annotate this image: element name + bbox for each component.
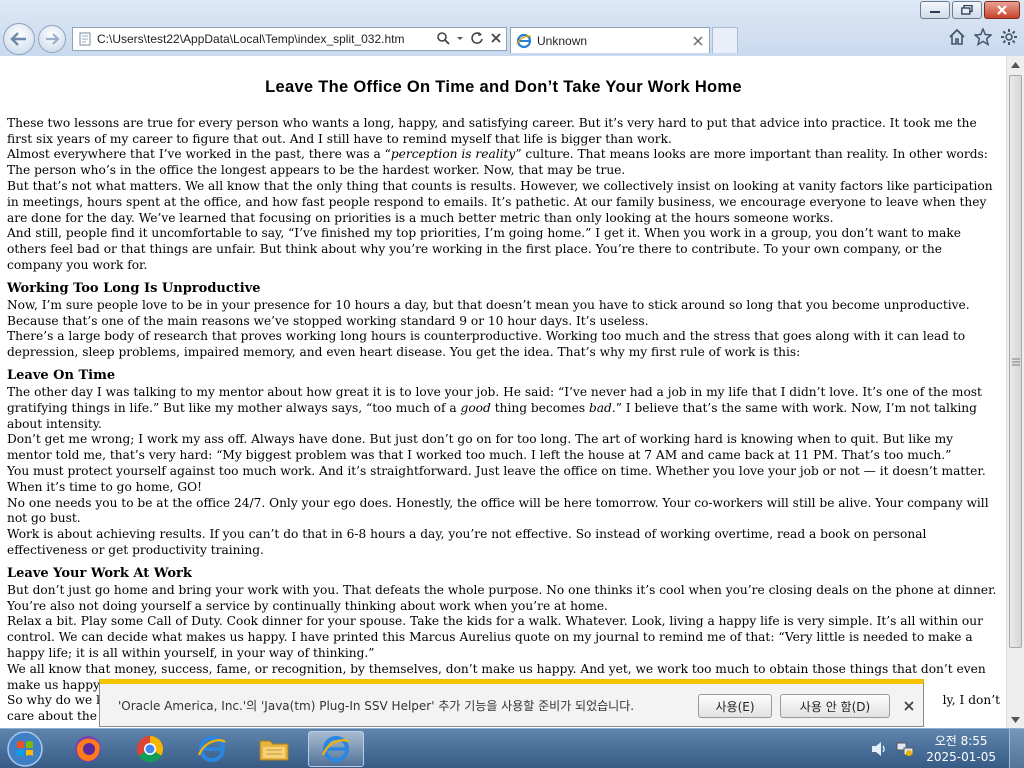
scrollbar-thumb[interactable] bbox=[1009, 75, 1022, 648]
notification-close-button[interactable] bbox=[900, 697, 918, 715]
paragraph: Don’t get me wrong; I work my ass off. A… bbox=[7, 432, 954, 463]
paragraph: You must protect yourself against too mu… bbox=[7, 463, 986, 494]
forward-arrow-icon bbox=[46, 33, 60, 45]
paragraph: The other day I was talking to my mentor… bbox=[7, 385, 1000, 432]
minimize-button[interactable] bbox=[920, 1, 950, 19]
italic-word: bad bbox=[588, 400, 612, 415]
system-clock[interactable]: 오전 8:55 2025-01-05 bbox=[926, 733, 996, 765]
paragraph: But that’s not what matters. We all know… bbox=[7, 178, 993, 225]
address-input[interactable]: C:\Users\test22\AppData\Local\Temp\index… bbox=[97, 32, 415, 46]
section-heading: Leave On Time bbox=[7, 367, 116, 383]
paragraph: There’s a large body of research that pr… bbox=[7, 329, 966, 360]
text-run: So why do we k bbox=[7, 693, 104, 708]
close-icon bbox=[904, 701, 914, 711]
italic-phrase: perception is reality bbox=[390, 147, 516, 162]
taskbar: 오전 8:55 2025-01-05 bbox=[0, 728, 1024, 768]
grip-icon bbox=[1012, 358, 1020, 366]
section-heading: Working Too Long Is Unproductive bbox=[7, 280, 261, 296]
section-heading: Leave Your Work At Work bbox=[7, 565, 192, 581]
taskbar-chrome[interactable] bbox=[122, 731, 178, 767]
chrome-icon bbox=[136, 735, 164, 763]
page-file-icon bbox=[79, 32, 91, 46]
folder-icon bbox=[259, 740, 289, 761]
start-button[interactable] bbox=[0, 731, 50, 767]
back-arrow-icon bbox=[10, 32, 26, 46]
scroll-up-icon bbox=[1011, 61, 1020, 68]
text-run: thing becomes bbox=[490, 400, 589, 415]
paragraph: Almost everywhere that I’ve worked in th… bbox=[7, 147, 1000, 179]
tab-title: Unknown bbox=[537, 34, 588, 48]
refresh-icon[interactable] bbox=[470, 31, 484, 45]
page-viewport: Leave The Office On Time and Don’t Take … bbox=[0, 56, 1006, 728]
forward-button[interactable] bbox=[38, 25, 66, 53]
show-desktop-button[interactable] bbox=[1009, 729, 1024, 768]
back-button[interactable] bbox=[3, 23, 35, 55]
restore-button[interactable] bbox=[952, 1, 982, 19]
restore-icon bbox=[961, 5, 973, 15]
article-title: Leave The Office On Time and Don’t Take … bbox=[265, 78, 742, 96]
stop-icon[interactable] bbox=[490, 32, 502, 44]
disable-addon-button[interactable]: 사용 안 함(D) bbox=[780, 694, 890, 718]
paragraph: These two lessons are true for every per… bbox=[7, 115, 977, 146]
browser-chrome: C:\Users\test22\AppData\Local\Temp\index… bbox=[0, 0, 1024, 57]
network-icon[interactable] bbox=[896, 740, 914, 758]
notification-message: 'Oracle America, Inc.'의 'Java(tm) Plug-I… bbox=[118, 699, 635, 713]
internet-explorer-icon bbox=[197, 736, 226, 762]
minimize-icon bbox=[930, 11, 940, 13]
scroll-down-icon bbox=[1011, 716, 1020, 723]
home-icon[interactable] bbox=[948, 28, 966, 46]
paragraph: But don’t just go home and bring your wo… bbox=[7, 582, 997, 613]
taskbar-explorer[interactable] bbox=[246, 731, 302, 767]
dropdown-chevron-icon[interactable] bbox=[456, 31, 464, 45]
gear-icon[interactable] bbox=[1000, 28, 1018, 46]
favorites-star-icon[interactable] bbox=[974, 28, 992, 46]
address-bar[interactable]: C:\Users\test22\AppData\Local\Temp\index… bbox=[72, 27, 507, 51]
vertical-scrollbar[interactable] bbox=[1006, 56, 1024, 728]
windows-start-icon bbox=[7, 731, 43, 767]
enable-addon-button[interactable]: 사용(E) bbox=[698, 694, 772, 718]
clock-time: 오전 8:55 bbox=[934, 734, 988, 748]
command-icons bbox=[948, 28, 1018, 46]
taskbar-ie[interactable] bbox=[184, 731, 240, 767]
new-tab-button[interactable] bbox=[712, 27, 738, 53]
scroll-up-button[interactable] bbox=[1007, 56, 1024, 73]
scroll-down-button[interactable] bbox=[1007, 711, 1024, 728]
tab-close-icon[interactable] bbox=[693, 36, 703, 46]
text-run: Almost everywhere that I’ve worked in th… bbox=[7, 147, 391, 162]
paragraph: Work is about achieving results. If you … bbox=[7, 527, 927, 557]
article: Leave The Office On Time and Don’t Take … bbox=[0, 78, 1006, 725]
paragraph: No one needs you to be at the office 24/… bbox=[7, 495, 989, 526]
address-tools bbox=[436, 31, 502, 45]
volume-icon[interactable] bbox=[870, 741, 888, 757]
text-run: ly, I don’t bbox=[942, 693, 1000, 708]
paragraph: And still, people find it uncomfortable … bbox=[7, 226, 961, 272]
close-window-button[interactable] bbox=[984, 1, 1020, 19]
clock-date: 2025-01-05 bbox=[926, 750, 996, 764]
paragraph: Relax a bit. Play some Call of Duty. Coo… bbox=[7, 614, 983, 660]
paragraph: Now, I’m sure people love to be in your … bbox=[7, 297, 970, 328]
taskbar-ie-active[interactable] bbox=[308, 731, 364, 767]
firefox-icon bbox=[75, 736, 101, 762]
search-icon[interactable] bbox=[436, 31, 450, 45]
taskbar-firefox[interactable] bbox=[60, 731, 116, 767]
ie-tab-icon bbox=[516, 33, 532, 49]
close-icon bbox=[997, 5, 1007, 15]
internet-explorer-icon bbox=[321, 736, 350, 762]
tab-unknown[interactable]: Unknown bbox=[510, 27, 710, 53]
window-caption-buttons bbox=[920, 1, 1020, 19]
italic-word: good bbox=[460, 400, 491, 415]
notification-bar: 'Oracle America, Inc.'의 'Java(tm) Plug-I… bbox=[99, 679, 924, 727]
